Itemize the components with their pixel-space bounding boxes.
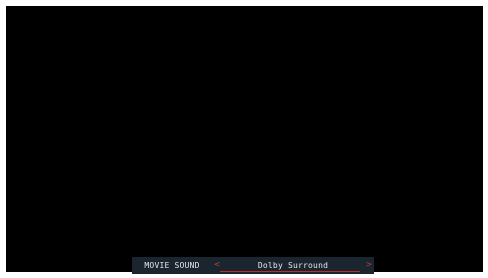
value-selector[interactable]: < Dolby Surround > (212, 257, 374, 274)
sound-mode-osd-bar: MOVIE SOUND < Dolby Surround > (132, 257, 374, 274)
selection-underline (220, 271, 360, 272)
setting-label: MOVIE SOUND (144, 261, 200, 270)
chevron-left-icon[interactable]: < (212, 261, 222, 270)
tv-screen: MOVIE SOUND < Dolby Surround > (6, 6, 483, 274)
chevron-right-icon[interactable]: > (364, 261, 374, 270)
setting-value: Dolby Surround (257, 261, 329, 270)
